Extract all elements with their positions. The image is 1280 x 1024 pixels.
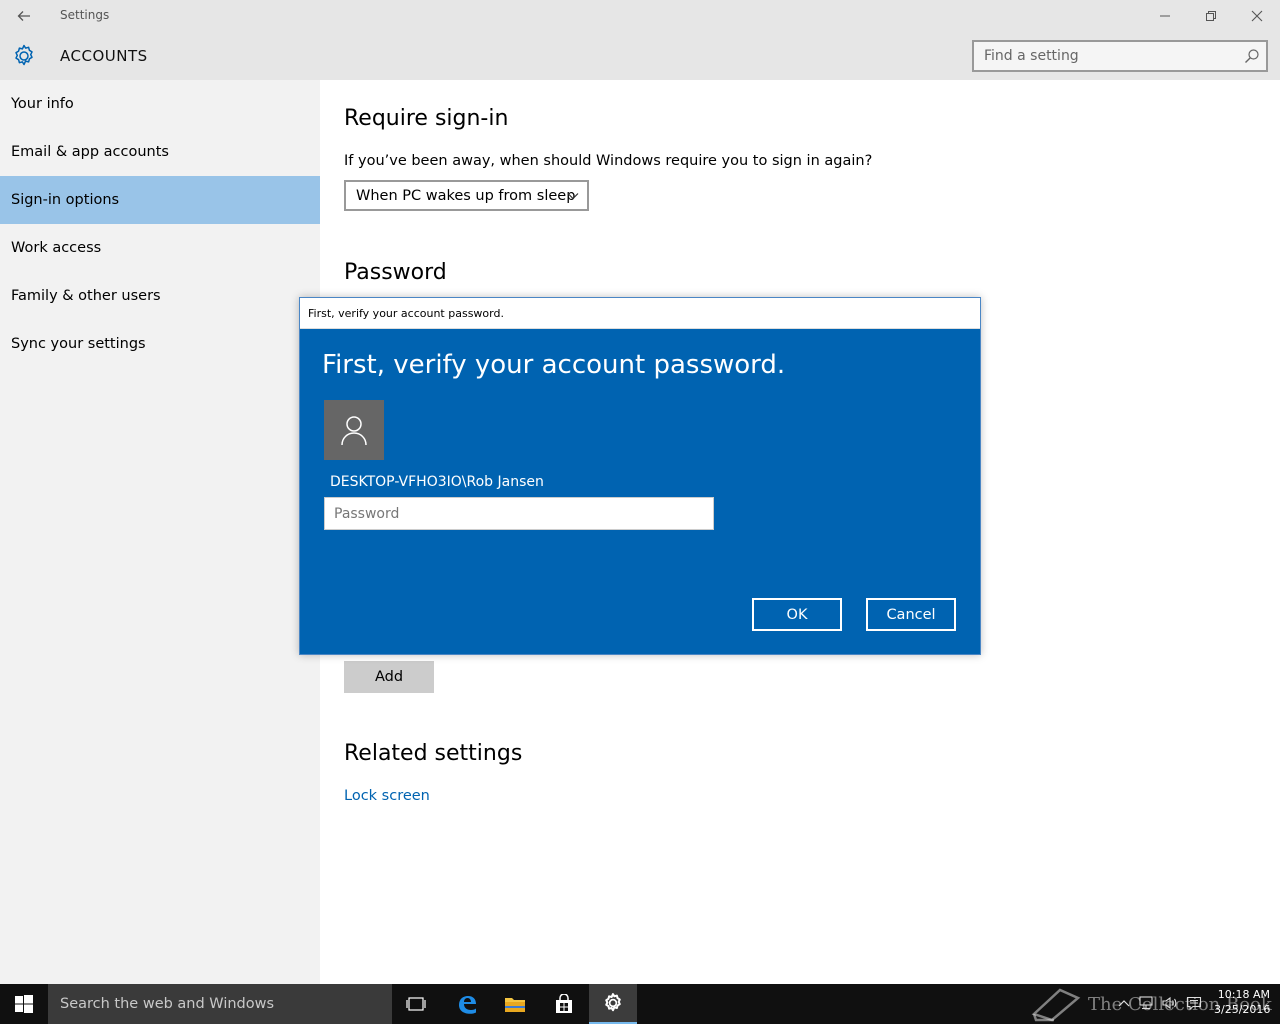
user-icon bbox=[341, 416, 367, 446]
edge-icon[interactable] bbox=[443, 984, 491, 1024]
volume-icon[interactable] bbox=[1162, 996, 1178, 1013]
ok-button[interactable]: OK bbox=[752, 598, 842, 631]
close-icon[interactable] bbox=[1234, 2, 1280, 30]
cancel-button[interactable]: Cancel bbox=[866, 598, 956, 631]
sidebar-item-label: Sync your settings bbox=[11, 336, 146, 352]
clock-date: 3/25/2016 bbox=[1214, 1003, 1271, 1016]
sidebar: Your info Email & app accounts Sign-in o… bbox=[0, 80, 320, 984]
file-explorer-icon[interactable] bbox=[491, 984, 539, 1024]
password-field-wrapper[interactable] bbox=[324, 497, 714, 530]
lock-screen-link[interactable]: Lock screen bbox=[344, 788, 430, 804]
require-signin-heading: Require sign-in bbox=[344, 106, 509, 131]
password-heading: Password bbox=[344, 260, 447, 285]
task-view-icon[interactable] bbox=[392, 984, 440, 1024]
search-box[interactable] bbox=[972, 40, 1268, 72]
sidebar-item-label: Work access bbox=[11, 240, 102, 256]
sidebar-item-email-app-accounts[interactable]: Email & app accounts bbox=[0, 128, 320, 176]
dialog-heading: First, verify your account password. bbox=[322, 350, 786, 380]
password-field[interactable] bbox=[325, 498, 713, 529]
book-icon bbox=[1031, 988, 1081, 1022]
search-icon[interactable] bbox=[1244, 48, 1260, 64]
network-icon[interactable] bbox=[1138, 995, 1154, 1013]
taskbar-search-text: Search the web and Windows bbox=[60, 996, 275, 1012]
taskbar-clock[interactable]: 10:18 AM 3/25/2016 bbox=[1214, 987, 1270, 1017]
sidebar-item-your-info[interactable]: Your info bbox=[0, 80, 320, 128]
store-icon[interactable] bbox=[540, 984, 588, 1024]
sidebar-item-sign-in-options[interactable]: Sign-in options bbox=[0, 176, 320, 224]
back-arrow-icon[interactable] bbox=[12, 4, 36, 28]
search-input[interactable] bbox=[974, 42, 1234, 70]
related-settings-heading: Related settings bbox=[344, 741, 523, 766]
sidebar-item-family-other-users[interactable]: Family & other users bbox=[0, 272, 320, 320]
chevron-down-icon bbox=[567, 190, 579, 202]
add-button[interactable]: Add bbox=[344, 661, 434, 693]
action-center-icon[interactable] bbox=[1186, 996, 1202, 1013]
chevron-up-icon[interactable] bbox=[1118, 998, 1130, 1011]
sidebar-item-label: Family & other users bbox=[11, 288, 161, 304]
verify-password-dialog: First, verify your account password. Fir… bbox=[299, 297, 981, 655]
sidebar-item-work-access[interactable]: Work access bbox=[0, 224, 320, 272]
require-signin-question: If you’ve been away, when should Windows… bbox=[344, 153, 873, 169]
dropdown-selected-value: When PC wakes up from sleep bbox=[356, 187, 576, 204]
sidebar-item-label: Email & app accounts bbox=[11, 144, 169, 160]
window-title: Settings bbox=[60, 8, 110, 22]
minimize-icon[interactable] bbox=[1142, 2, 1188, 30]
dialog-title-bar: First, verify your account password. bbox=[300, 298, 980, 329]
taskbar-search[interactable]: Search the web and Windows bbox=[48, 984, 392, 1024]
page-title: ACCOUNTS bbox=[60, 47, 148, 65]
clock-time: 10:18 AM bbox=[1217, 988, 1270, 1001]
gear-icon bbox=[11, 43, 37, 69]
title-bar: Settings ACCOUNTS bbox=[0, 0, 1280, 80]
windows-start-icon[interactable] bbox=[0, 984, 48, 1024]
sidebar-item-label: Sign-in options bbox=[11, 192, 120, 208]
system-tray bbox=[1118, 984, 1202, 1024]
sidebar-item-label: Your info bbox=[11, 96, 74, 112]
dialog-username: DESKTOP-VFHO3IO\Rob Jansen bbox=[330, 474, 544, 490]
require-signin-dropdown[interactable]: When PC wakes up from sleep bbox=[344, 180, 589, 211]
sidebar-item-sync-settings[interactable]: Sync your settings bbox=[0, 320, 320, 368]
restore-icon[interactable] bbox=[1188, 2, 1234, 30]
dialog-title: First, verify your account password. bbox=[308, 306, 504, 320]
taskbar: Search the web and Windows The Collectio… bbox=[0, 984, 1280, 1024]
settings-icon[interactable] bbox=[589, 984, 637, 1024]
avatar bbox=[324, 400, 384, 460]
